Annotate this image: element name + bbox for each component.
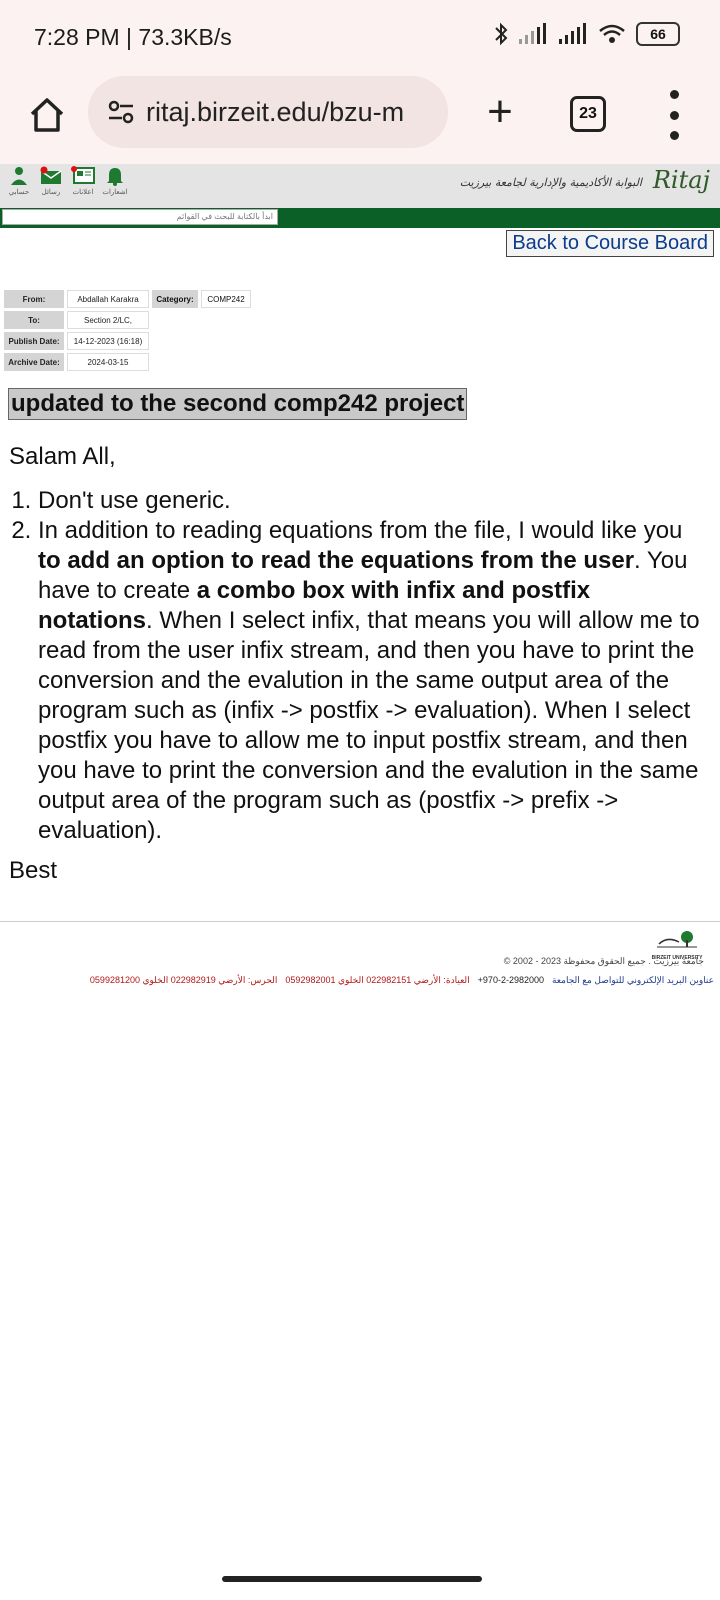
home-button[interactable] xyxy=(22,90,72,140)
email-contacts-link[interactable]: عناوين البريد الإلكتروني للتواصل مع الجا… xyxy=(552,975,714,986)
item-text: Don't use generic. xyxy=(38,487,231,514)
nav-notifications[interactable]: اشعارات xyxy=(102,166,128,196)
ritaj-logo[interactable]: Ritaj xyxy=(653,166,710,194)
status-time: 7:28 PM | 73.3KB/s xyxy=(34,24,232,50)
bell-icon xyxy=(107,168,123,186)
nav-label: اعلانات xyxy=(72,189,94,196)
list-item: Don't use generic. xyxy=(38,486,709,516)
signal-icon xyxy=(519,23,546,44)
from-label: From: xyxy=(4,290,64,308)
clinic-contacts: العيادة: الأرضي 022982151 الخلوي 0592982… xyxy=(285,975,470,985)
archive-date-label: Archive Date: xyxy=(4,353,64,371)
category-value: COMP242 xyxy=(201,290,251,308)
new-tab-button[interactable]: + xyxy=(476,84,524,140)
gesture-nav-bar[interactable] xyxy=(222,1576,482,1582)
status-icons: 66 xyxy=(494,22,680,46)
site-title: البوابة الأكاديمية والإدارية لجامعة بيرز… xyxy=(459,176,642,189)
tab-switcher-button[interactable]: 23 xyxy=(570,96,606,132)
nav-my-account[interactable]: حسابي xyxy=(6,166,32,196)
mail-icon xyxy=(40,166,62,184)
wifi-icon xyxy=(599,24,625,43)
signal-icon-2 xyxy=(559,23,586,44)
status-bar: 7:28 PM | 73.3KB/s 66 xyxy=(0,0,720,76)
header-nav: حسابي رسائل اعلانات اشعارات xyxy=(6,166,128,196)
user-icon xyxy=(11,167,27,185)
url-bar[interactable]: ritaj.birzeit.edu/bzu-m xyxy=(88,76,448,148)
guard-contacts: الحرس: الأرضي 022982919 الخلوي 059928120… xyxy=(89,975,278,985)
home-icon xyxy=(30,98,64,132)
category-label: Category: xyxy=(152,290,198,308)
battery-indicator: 66 xyxy=(636,22,680,46)
news-icon xyxy=(71,166,95,184)
menu-dot xyxy=(669,131,679,140)
meta-row-publish: Publish Date: 14-12-2023 (16:18) xyxy=(4,332,251,350)
item-bold: to add an option to read the equations f… xyxy=(38,547,635,574)
item-text: In addition to reading equations from th… xyxy=(38,517,683,544)
copyright-text: © 2002 - 2023 جامعة بيرزيت . جميع الحقوق… xyxy=(503,956,704,966)
url-text[interactable]: ritaj.birzeit.edu/bzu-m xyxy=(146,97,436,128)
tree-logo-icon xyxy=(657,931,697,948)
browser-toolbar: ritaj.birzeit.edu/bzu-m + 23 xyxy=(0,76,720,164)
publish-date-value: 14-12-2023 (16:18) xyxy=(67,332,149,350)
menu-dot xyxy=(669,110,679,120)
nav-announcements[interactable]: اعلانات xyxy=(70,166,96,196)
closing: Best xyxy=(9,857,58,884)
message-subject: updated to the second comp242 project xyxy=(8,388,468,420)
nav-label: حسابي xyxy=(8,189,30,196)
site-header: حسابي رسائل اعلانات اشعارات البوابة الأك… xyxy=(0,164,720,208)
meta-row-to: To: Section 2/LC, xyxy=(4,311,251,329)
menu-search-input[interactable]: ابدأ بالكتابة للبحث في القوائم xyxy=(2,209,278,225)
main-phone: +970-2-2982000 xyxy=(477,975,544,985)
to-label: To: xyxy=(4,311,64,329)
publish-date-label: Publish Date: xyxy=(4,332,64,350)
back-to-course-board-button[interactable]: Back to Course Board xyxy=(506,230,714,257)
greeting: Salam All, xyxy=(9,443,116,470)
bluetooth-icon xyxy=(495,22,508,46)
footer-divider xyxy=(0,921,720,922)
item-text: . When I select infix, that means you wi… xyxy=(38,607,700,844)
more-menu-button[interactable] xyxy=(668,90,680,140)
meta-row-from: From: Abdallah Karakra Category: COMP242 xyxy=(4,290,251,308)
nav-label: اشعارات xyxy=(102,189,128,196)
list-item: In addition to reading equations from th… xyxy=(38,516,709,846)
site-settings-icon[interactable] xyxy=(108,99,134,125)
footer-contacts: الحرس: الأرضي 022982919 الخلوي 059928120… xyxy=(28,975,714,986)
menu-dot xyxy=(669,90,679,99)
from-value: Abdallah Karakra xyxy=(67,290,149,308)
message-body: Salam All, Don't use generic. In additio… xyxy=(9,442,709,910)
instructions-list: Don't use generic. In addition to readin… xyxy=(9,486,709,846)
meta-row-archive: Archive Date: 2024-03-15 xyxy=(4,353,251,371)
message-meta-table: From: Abdallah Karakra Category: COMP242… xyxy=(4,290,251,374)
nav-label: رسائل xyxy=(41,189,61,196)
nav-messages[interactable]: رسائل xyxy=(38,166,64,196)
archive-date-value: 2024-03-15 xyxy=(67,353,149,371)
to-value: Section 2/LC, xyxy=(67,311,149,329)
